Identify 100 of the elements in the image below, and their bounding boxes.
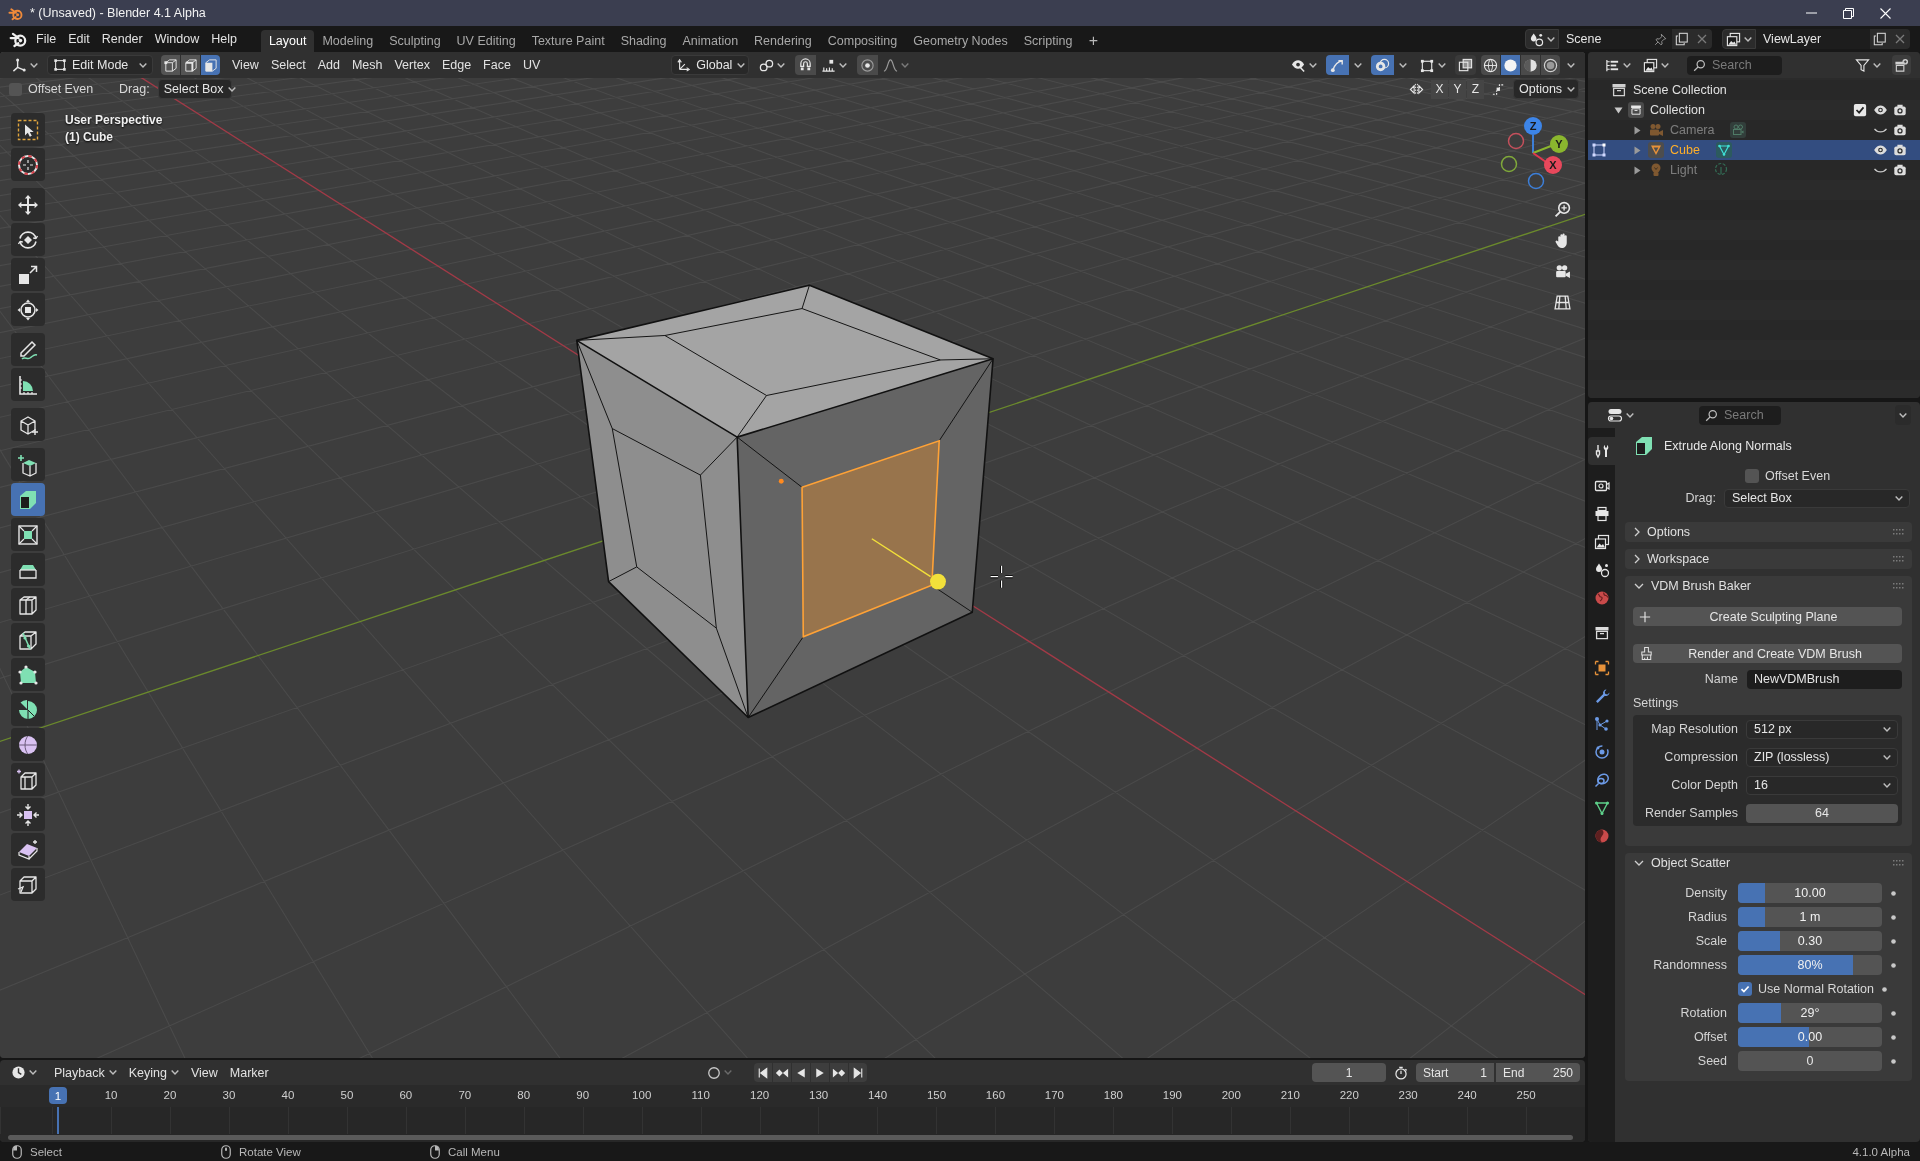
tool-button[interactable] [11, 763, 45, 796]
slider-field[interactable]: 29° [1738, 1003, 1882, 1023]
shading-mode-button[interactable] [1481, 55, 1500, 75]
current-frame-field[interactable]: 1 [1312, 1063, 1386, 1082]
prev-keyframe-button[interactable] [772, 1063, 791, 1082]
unlink-button[interactable] [1890, 29, 1910, 49]
menu-item[interactable]: Edge [435, 54, 478, 76]
eye-icon[interactable] [1872, 145, 1888, 155]
checkbox[interactable] [1745, 469, 1759, 483]
copy-button[interactable] [1672, 29, 1692, 49]
shading-mode-button[interactable] [1541, 55, 1560, 75]
properties-tab[interactable] [1588, 437, 1615, 465]
menu-item[interactable]: Marker [223, 1062, 275, 1083]
dropdown[interactable]: 512 px [1746, 719, 1898, 739]
overlay-toggle[interactable] [1371, 55, 1394, 75]
next-keyframe-button[interactable] [829, 1063, 848, 1082]
render-camera-icon[interactable] [1893, 103, 1907, 117]
tool-button[interactable] [11, 588, 45, 621]
dropdown[interactable]: ZIP (lossless) [1746, 747, 1898, 767]
menu-item[interactable]: Render [95, 28, 149, 50]
menu-item[interactable]: UV [516, 54, 547, 76]
tool-button[interactable] [11, 408, 45, 441]
workspace-tab[interactable]: Compositing [819, 30, 906, 52]
panel-header[interactable]: Options [1625, 522, 1912, 542]
menu-item[interactable]: File [30, 28, 63, 50]
play-reverse-button[interactable] [791, 1063, 810, 1082]
gizmo-toggle[interactable] [1326, 55, 1349, 75]
scene-name-field[interactable]: Scene [1559, 29, 1672, 49]
outliner-item[interactable]: Cube [1588, 140, 1920, 160]
tool-button[interactable] [11, 693, 45, 726]
workspace-tab[interactable]: UV Editing [448, 30, 524, 52]
action-button[interactable]: Create Sculpting Plane [1633, 607, 1902, 626]
tool-button[interactable] [11, 188, 45, 221]
tool-button[interactable] [11, 258, 45, 291]
render-camera-icon[interactable] [1893, 143, 1907, 157]
workspace-tab[interactable]: Texture Paint [523, 30, 613, 52]
checkbox[interactable] [1853, 103, 1867, 117]
workspace-tab[interactable]: Sculpting [381, 30, 449, 52]
outliner-item[interactable]: Scene Collection [1588, 80, 1920, 100]
end-frame-field[interactable]: End 250 [1496, 1063, 1580, 1082]
copy-button[interactable] [1870, 29, 1890, 49]
scene-browse-button[interactable] [1525, 29, 1559, 49]
tool-button[interactable] [11, 293, 45, 326]
slider-field[interactable]: 80% [1738, 955, 1882, 975]
render-camera-icon[interactable] [1893, 163, 1907, 177]
current-frame-marker[interactable]: 1 [49, 1087, 67, 1104]
tool-button[interactable] [11, 798, 45, 831]
tool-button[interactable] [11, 553, 45, 586]
eye-closed-icon[interactable] [1873, 127, 1887, 133]
options-menu-button[interactable] [1895, 405, 1911, 425]
view-layer-browse-button[interactable] [1722, 29, 1756, 49]
tool-button[interactable] [11, 868, 45, 901]
panel-header[interactable]: VDM Brush Baker [1625, 576, 1912, 596]
xray-toggle[interactable] [1455, 55, 1476, 75]
menu-item[interactable]: Mesh [345, 54, 389, 76]
eye-closed-icon[interactable] [1873, 167, 1887, 173]
timeline-scrollbar[interactable] [8, 1135, 1573, 1140]
menu-item[interactable]: Vertex [388, 54, 436, 76]
panel-header[interactable]: Object Scatter [1625, 853, 1912, 873]
menu-item[interactable]: Face [477, 54, 517, 76]
slider-field[interactable]: 0.30 [1738, 931, 1882, 951]
checkbox[interactable] [1738, 982, 1752, 996]
menu-item[interactable]: Add [311, 54, 346, 76]
snap-toggle[interactable] [795, 55, 817, 75]
number-field[interactable]: 64 [1746, 803, 1898, 823]
menu-item[interactable]: Help [205, 28, 243, 50]
workspace-tab[interactable]: Scripting [1015, 30, 1081, 52]
tool-button[interactable] [11, 658, 45, 691]
menu-item[interactable]: Window [148, 28, 206, 50]
workspace-tab[interactable]: Rendering [746, 30, 820, 52]
dropdown[interactable]: 16 [1746, 775, 1898, 795]
add-workspace-button[interactable]: + [1082, 30, 1105, 52]
workspace-tab[interactable]: Animation [674, 30, 747, 52]
outliner-item[interactable]: Camera [1588, 120, 1920, 140]
outliner-item[interactable]: Collection [1588, 100, 1920, 120]
tool-button[interactable] [11, 148, 45, 181]
search-field[interactable]: Search [1699, 405, 1781, 425]
render-camera-icon[interactable] [1893, 123, 1907, 137]
menu-item[interactable]: View [184, 1062, 224, 1083]
number-field[interactable]: 0 [1738, 1051, 1882, 1071]
tool-button[interactable] [11, 623, 45, 656]
jump-start-button[interactable] [753, 1063, 772, 1082]
menu-item[interactable]: Keying [122, 1062, 185, 1083]
workspace-tab[interactable]: Shading [612, 30, 675, 52]
text-field[interactable]: NewVDMBrush [1747, 669, 1902, 689]
outliner-item[interactable]: Light [1588, 160, 1920, 180]
orientation-dropdown[interactable]: Global [671, 55, 750, 75]
view-layer-name-field[interactable]: ViewLayer [1756, 29, 1870, 49]
start-frame-field[interactable]: Start 1 [1416, 1063, 1494, 1082]
select-mode-button[interactable] [161, 55, 180, 75]
menu-item[interactable]: View [226, 54, 265, 76]
select-mode-button[interactable] [201, 55, 220, 75]
slider-field[interactable]: 1 m [1738, 907, 1882, 927]
select-mode-button[interactable] [181, 55, 200, 75]
menu-item[interactable]: Edit [62, 28, 96, 50]
play-button[interactable] [810, 1063, 829, 1082]
mode-dropdown[interactable]: Edit Mode [47, 55, 153, 75]
menu-item[interactable]: Playback [48, 1062, 123, 1083]
tool-button[interactable] [11, 728, 45, 761]
workspace-tab[interactable]: Layout [260, 30, 315, 52]
